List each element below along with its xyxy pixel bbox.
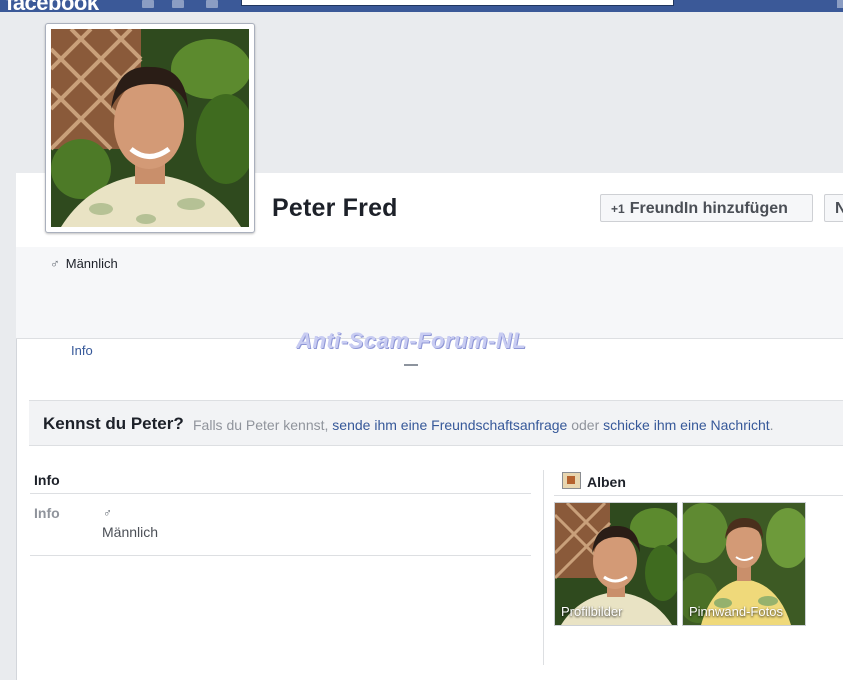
intro-gender: ♂ Männlich xyxy=(50,256,118,271)
info-label: Info xyxy=(34,505,60,521)
divider xyxy=(30,493,531,494)
know-banner-prefix: Falls du Peter kennst, xyxy=(193,417,329,433)
add-friend-button[interactable]: +1 FreundIn hinzufügen xyxy=(600,194,813,222)
know-banner-end: . xyxy=(769,417,774,433)
search-input[interactable] xyxy=(241,0,674,6)
album-wall-photos[interactable]: Pinnwand-Fotos xyxy=(682,502,806,626)
send-friend-request-link[interactable]: sende ihm eine Freundschaftsanfrage xyxy=(332,417,567,433)
know-banner-text: Falls du Peter kennst, sende ihm eine Fr… xyxy=(193,417,774,433)
info-heading: Info xyxy=(34,472,60,488)
divider xyxy=(554,495,843,496)
more-actions-label: N xyxy=(835,200,843,217)
know-banner-title: Kennst du Peter? xyxy=(43,414,184,433)
albums-heading[interactable]: Alben xyxy=(562,472,626,490)
add-friend-icon: +1 xyxy=(611,202,625,216)
intro-gender-text: Männlich xyxy=(65,256,118,271)
account-menu-icon[interactable] xyxy=(837,0,843,8)
facebook-logo[interactable]: facebook xyxy=(6,0,99,12)
messages-icon[interactable] xyxy=(172,0,184,8)
watermark: Anti-Scam-Forum-NL xyxy=(296,328,527,353)
add-friend-label: FreundIn hinzufügen xyxy=(629,200,788,217)
friend-requests-icon[interactable] xyxy=(142,0,154,8)
album-label: Pinnwand-Fotos xyxy=(689,604,783,619)
more-actions-button[interactable]: N xyxy=(824,194,843,222)
divider xyxy=(30,555,531,556)
column-divider xyxy=(543,470,544,665)
profile-picture[interactable] xyxy=(51,29,249,227)
know-person-banner: Kennst du Peter? Falls du Peter kennst, … xyxy=(29,400,843,446)
male-icon: ♂ xyxy=(50,256,60,271)
album-label: Profilbilder xyxy=(561,604,623,619)
albums-heading-label: Alben xyxy=(587,474,626,490)
profile-name: Peter Fred xyxy=(272,194,398,222)
top-navigation-bar: facebook xyxy=(0,0,843,12)
send-message-link[interactable]: schicke ihm eine Nachricht xyxy=(603,417,770,433)
profile-picture-frame[interactable] xyxy=(45,23,255,233)
info-gender-value: Männlich xyxy=(102,524,159,540)
profile-intro-strip xyxy=(16,247,843,339)
photo-album-icon xyxy=(562,472,581,489)
male-icon: ♂ xyxy=(103,506,112,520)
notifications-icon[interactable] xyxy=(206,0,218,8)
album-profile-pictures[interactable]: Profilbilder xyxy=(554,502,678,626)
page-margin xyxy=(0,12,16,680)
tab-indicator xyxy=(404,364,418,366)
tab-info[interactable]: Info xyxy=(71,343,93,358)
know-banner-or: oder xyxy=(571,417,600,433)
